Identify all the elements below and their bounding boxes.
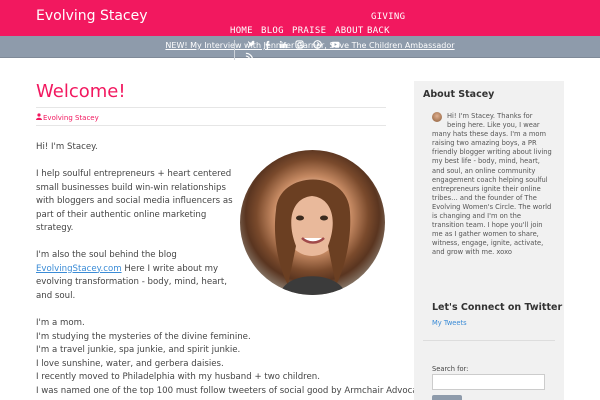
- about-line: friendly blogger writing about living: [432, 148, 552, 157]
- portrait-illustration: [274, 179, 351, 295]
- body-line-rest: Here I write about my: [121, 263, 219, 274]
- body-line: strategy.: [36, 223, 74, 233]
- nav-item-praise[interactable]: PRAISE: [292, 26, 326, 36]
- body-line: evolving transformation - body, mind, he…: [36, 277, 228, 287]
- search-input[interactable]: [432, 374, 545, 390]
- body-line: and soul.: [36, 290, 76, 301]
- about-line: many hats these days. I'm a mom: [432, 130, 547, 139]
- body-line: I love sunshine, water, and gerbera dais…: [36, 358, 224, 369]
- body-line: with bloggers and social media influence…: [36, 196, 233, 206]
- body-line: I'm also the soul behind the blog: [36, 250, 177, 260]
- title-divider: [36, 107, 386, 108]
- instagram-icon[interactable]: [294, 40, 304, 50]
- author-link[interactable]: Evolving Stacey: [36, 113, 99, 122]
- about-line: and grow with me. xoxo: [432, 248, 512, 257]
- about-line: and soul, an online community: [432, 166, 536, 175]
- body-line: I was named one of the top 100 must foll…: [36, 385, 434, 396]
- pinterest-icon[interactable]: [312, 40, 322, 50]
- blog-link[interactable]: EvolvingStacey.com: [36, 264, 122, 274]
- rss-icon[interactable]: [244, 52, 254, 62]
- about-text: Hi! I'm Stacey. Thanks for being here. L…: [432, 112, 554, 258]
- meta-divider: [36, 125, 386, 126]
- body-line: I recently moved to Philadelphia with my…: [36, 372, 320, 382]
- body-line: I'm studying the mysteries of the divine…: [36, 331, 251, 342]
- about-line: tribes… and the founder of The: [432, 193, 537, 202]
- twitter-icon[interactable]: [246, 40, 256, 50]
- intro-paragraph: Hi! I'm Stacey.: [36, 142, 98, 152]
- about-line: transition team. I hope you'll join: [432, 221, 543, 230]
- nav-item-giving[interactable]: GIVING: [371, 12, 405, 22]
- main-nav: GIVING HOME BLOG PRAISE ABOUT BACK: [0, 0, 600, 36]
- about-widget-title: About Stacey: [423, 89, 495, 100]
- nav-divider: [234, 40, 235, 60]
- body-line: small businesses build win-win relations…: [36, 182, 226, 193]
- nav-item-about[interactable]: ABOUT: [335, 26, 364, 36]
- body-line: I'm a travel junkie, spa junkie, and spi…: [36, 345, 241, 355]
- body-line: EvolvingStacey.com Here I write about my: [36, 263, 218, 277]
- my-tweets-link[interactable]: My Tweets: [432, 319, 467, 327]
- nav-item-home[interactable]: HOME: [230, 26, 253, 36]
- sidebar-divider: [423, 340, 555, 341]
- body-line: part of their authentic online marketing: [36, 209, 207, 220]
- facebook-icon[interactable]: [262, 40, 272, 50]
- twitter-widget-title: Let's Connect on Twitter: [432, 302, 563, 313]
- user-icon: [36, 113, 42, 120]
- about-line: my best life - body, mind, heart,: [432, 157, 540, 166]
- about-line: me as I gather women to share,: [432, 230, 539, 239]
- about-line: is changing and I'm on the: [432, 212, 522, 221]
- nav-item-back[interactable]: BACK: [367, 26, 390, 36]
- about-line: being here. Like you, I wear: [447, 121, 540, 130]
- about-line: entrepreneurs ignite their online: [432, 184, 541, 193]
- nav-item-blog[interactable]: BLOG: [261, 26, 284, 36]
- about-line: engagement coach helping soulful: [432, 175, 548, 184]
- post-title: Welcome!: [36, 81, 126, 102]
- about-line: witness, engage, ignite, activate,: [432, 239, 544, 248]
- about-line: raising two amazing boys, a PR: [432, 139, 537, 148]
- about-line: Hi! I'm Stacey. Thanks for: [447, 112, 533, 120]
- linkedin-icon[interactable]: [278, 40, 288, 50]
- portrait-photo: [240, 150, 385, 295]
- search-button[interactable]: [432, 395, 462, 400]
- search-label: Search for:: [432, 365, 469, 373]
- youtube-icon[interactable]: [330, 40, 340, 50]
- body-line: I help soulful entrepreneurs + heart cen…: [36, 169, 232, 179]
- about-line: Evolving Women's Circle. The world: [432, 202, 552, 211]
- author-name: Evolving Stacey: [43, 114, 99, 122]
- body-line: I'm a mom.: [36, 318, 85, 328]
